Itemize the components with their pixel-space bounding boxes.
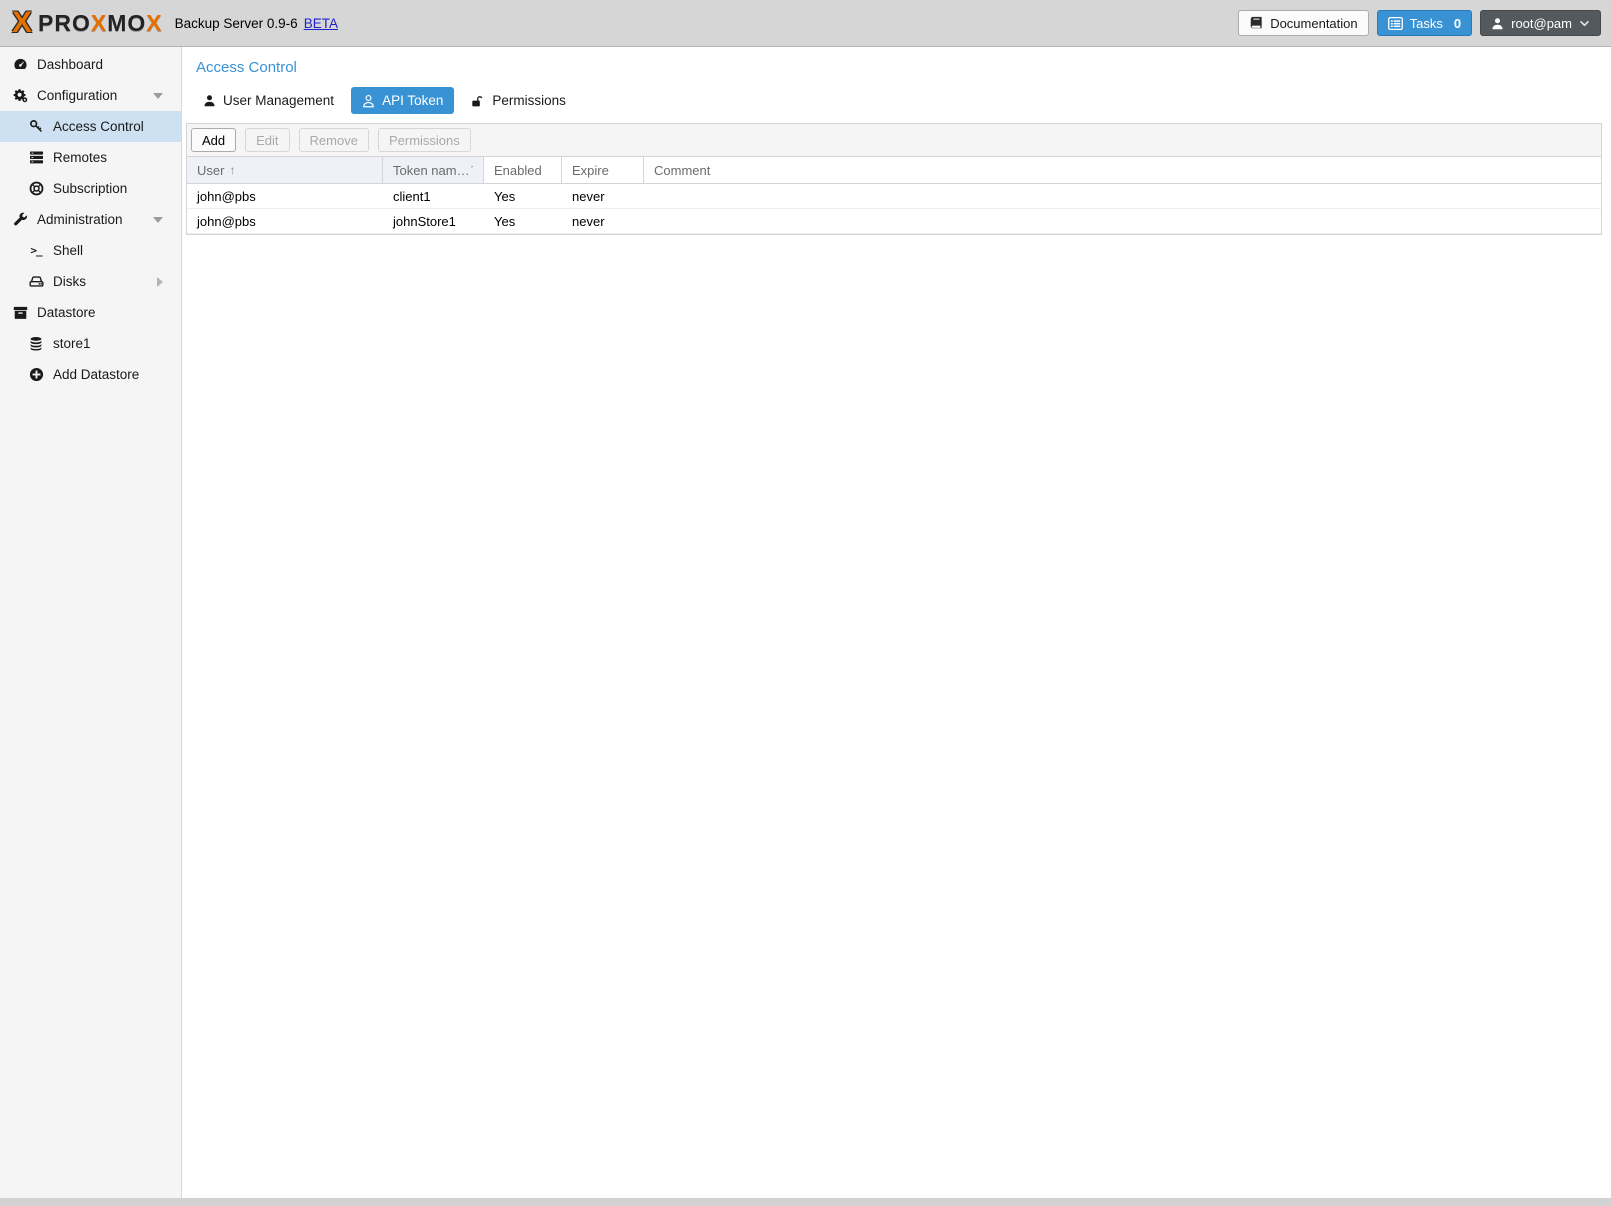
key-icon (28, 119, 44, 135)
tab-label: User Management (223, 93, 334, 108)
tab-permissions[interactable]: Permissions (460, 87, 577, 114)
user-outline-icon (362, 94, 375, 108)
wrench-icon (12, 212, 28, 228)
tasks-button[interactable]: Tasks 0 (1377, 10, 1472, 36)
unlock-icon (471, 94, 485, 108)
cell-expire: never (562, 209, 644, 233)
sidebar-item-label: Dashboard (37, 57, 103, 72)
sidebar-item-label: Remotes (53, 150, 107, 165)
remove-button: Remove (299, 128, 369, 152)
cell-user: john@pbs (187, 209, 383, 233)
column-header-user[interactable]: User ↑ (187, 157, 383, 183)
cell-comment (644, 184, 1601, 208)
user-menu-button[interactable]: root@pam (1480, 10, 1601, 36)
cell-enabled: Yes (484, 184, 562, 208)
sidebar-item-configuration[interactable]: Configuration (0, 80, 181, 111)
database-icon (28, 336, 44, 352)
sidebar-item-add-datastore[interactable]: Add Datastore (0, 359, 181, 390)
beta-link[interactable]: BETA (304, 16, 338, 31)
sidebar-item-subscription[interactable]: Subscription (0, 173, 181, 204)
chevron-down-icon (1579, 20, 1590, 27)
user-icon (1491, 17, 1504, 30)
sidebar-item-label: Configuration (37, 88, 117, 103)
task-list-icon (1388, 17, 1403, 30)
chevron-down-icon[interactable] (153, 93, 163, 99)
add-button[interactable]: Add (191, 128, 236, 152)
app-version-text: Backup Server 0.9-6 (175, 16, 298, 31)
brand-wordmark: PROXMOX (38, 12, 163, 35)
documentation-button[interactable]: Documentation (1238, 10, 1368, 36)
column-header-enabled[interactable]: Enabled (484, 157, 562, 183)
proxmox-x-logo-icon: X (12, 8, 32, 38)
cell-expire: never (562, 184, 644, 208)
sidebar-item-label: Datastore (37, 305, 96, 320)
api-token-panel: Add Edit Remove Permissions User ↑ Token… (186, 123, 1602, 235)
tab-user-management[interactable]: User Management (192, 87, 345, 114)
column-header-expire[interactable]: Expire (562, 157, 644, 183)
cell-enabled: Yes (484, 209, 562, 233)
edit-button: Edit (245, 128, 289, 152)
sidebar-item-label: Subscription (53, 181, 127, 196)
cell-token-name: johnStore1 (383, 209, 484, 233)
table-row[interactable]: john@pbs johnStore1 Yes never (187, 209, 1601, 234)
sidebar-item-label: Disks (53, 274, 86, 289)
sidebar-item-shell[interactable]: >_ Shell (0, 235, 181, 266)
proxmox-logo: X PROXMOX (12, 8, 163, 38)
sidebar-item-access-control[interactable]: Access Control (0, 111, 181, 142)
sidebar-item-store1[interactable]: store1 (0, 328, 181, 359)
tasks-label: Tasks (1410, 16, 1443, 31)
cell-comment (644, 209, 1601, 233)
sidebar-item-disks[interactable]: Disks (0, 266, 181, 297)
archive-icon (12, 305, 28, 321)
tab-label: Permissions (492, 93, 566, 108)
sidebar-item-dashboard[interactable]: Dashboard (0, 49, 181, 80)
sort-asc-icon: ↑ (229, 163, 235, 177)
gears-icon (12, 88, 28, 104)
sidebar: Dashboard Configuration Access Control R… (0, 47, 182, 1198)
documentation-label: Documentation (1270, 16, 1357, 31)
plus-circle-icon (28, 367, 44, 383)
user-menu-label: root@pam (1511, 16, 1572, 31)
sidebar-item-remotes[interactable]: Remotes (0, 142, 181, 173)
tab-api-token[interactable]: API Token (351, 87, 454, 114)
dashboard-icon (12, 57, 28, 73)
chevron-down-icon[interactable] (153, 217, 163, 223)
app-header: X PROXMOX Backup Server 0.9-6 BETA Docum… (0, 0, 1611, 47)
sidebar-item-label: Access Control (53, 119, 144, 134)
permissions-button: Permissions (378, 128, 471, 152)
lifering-icon (28, 181, 44, 197)
sort-asc-clipped-icon (471, 165, 473, 167)
sidebar-item-label: store1 (53, 336, 91, 351)
hdd-icon (28, 274, 44, 290)
sidebar-item-datastore[interactable]: Datastore (0, 297, 181, 328)
table-header: User ↑ Token nam… Enabled Expire Comment (187, 156, 1601, 184)
main-content: Access Control User Management API Token… (182, 47, 1611, 1198)
sidebar-item-label: Administration (37, 212, 123, 227)
tab-label: API Token (382, 93, 443, 108)
column-header-token-name[interactable]: Token nam… (383, 157, 484, 183)
remotes-icon (28, 150, 44, 166)
chevron-right-icon[interactable] (157, 277, 163, 287)
cell-user: john@pbs (187, 184, 383, 208)
column-header-comment[interactable]: Comment (644, 157, 1601, 183)
tasks-count-badge: 0 (1454, 16, 1461, 31)
table-row[interactable]: john@pbs client1 Yes never (187, 184, 1601, 209)
book-icon (1249, 16, 1263, 30)
user-icon (203, 94, 216, 107)
sidebar-item-label: Add Datastore (53, 367, 139, 382)
tabbar: User Management API Token Permissions (192, 87, 1611, 114)
sidebar-item-label: Shell (53, 243, 83, 258)
terminal-icon: >_ (28, 243, 44, 259)
sidebar-item-administration[interactable]: Administration (0, 204, 181, 235)
page-title: Access Control (182, 47, 1611, 76)
toolbar: Add Edit Remove Permissions (187, 124, 1601, 156)
cell-token-name: client1 (383, 184, 484, 208)
